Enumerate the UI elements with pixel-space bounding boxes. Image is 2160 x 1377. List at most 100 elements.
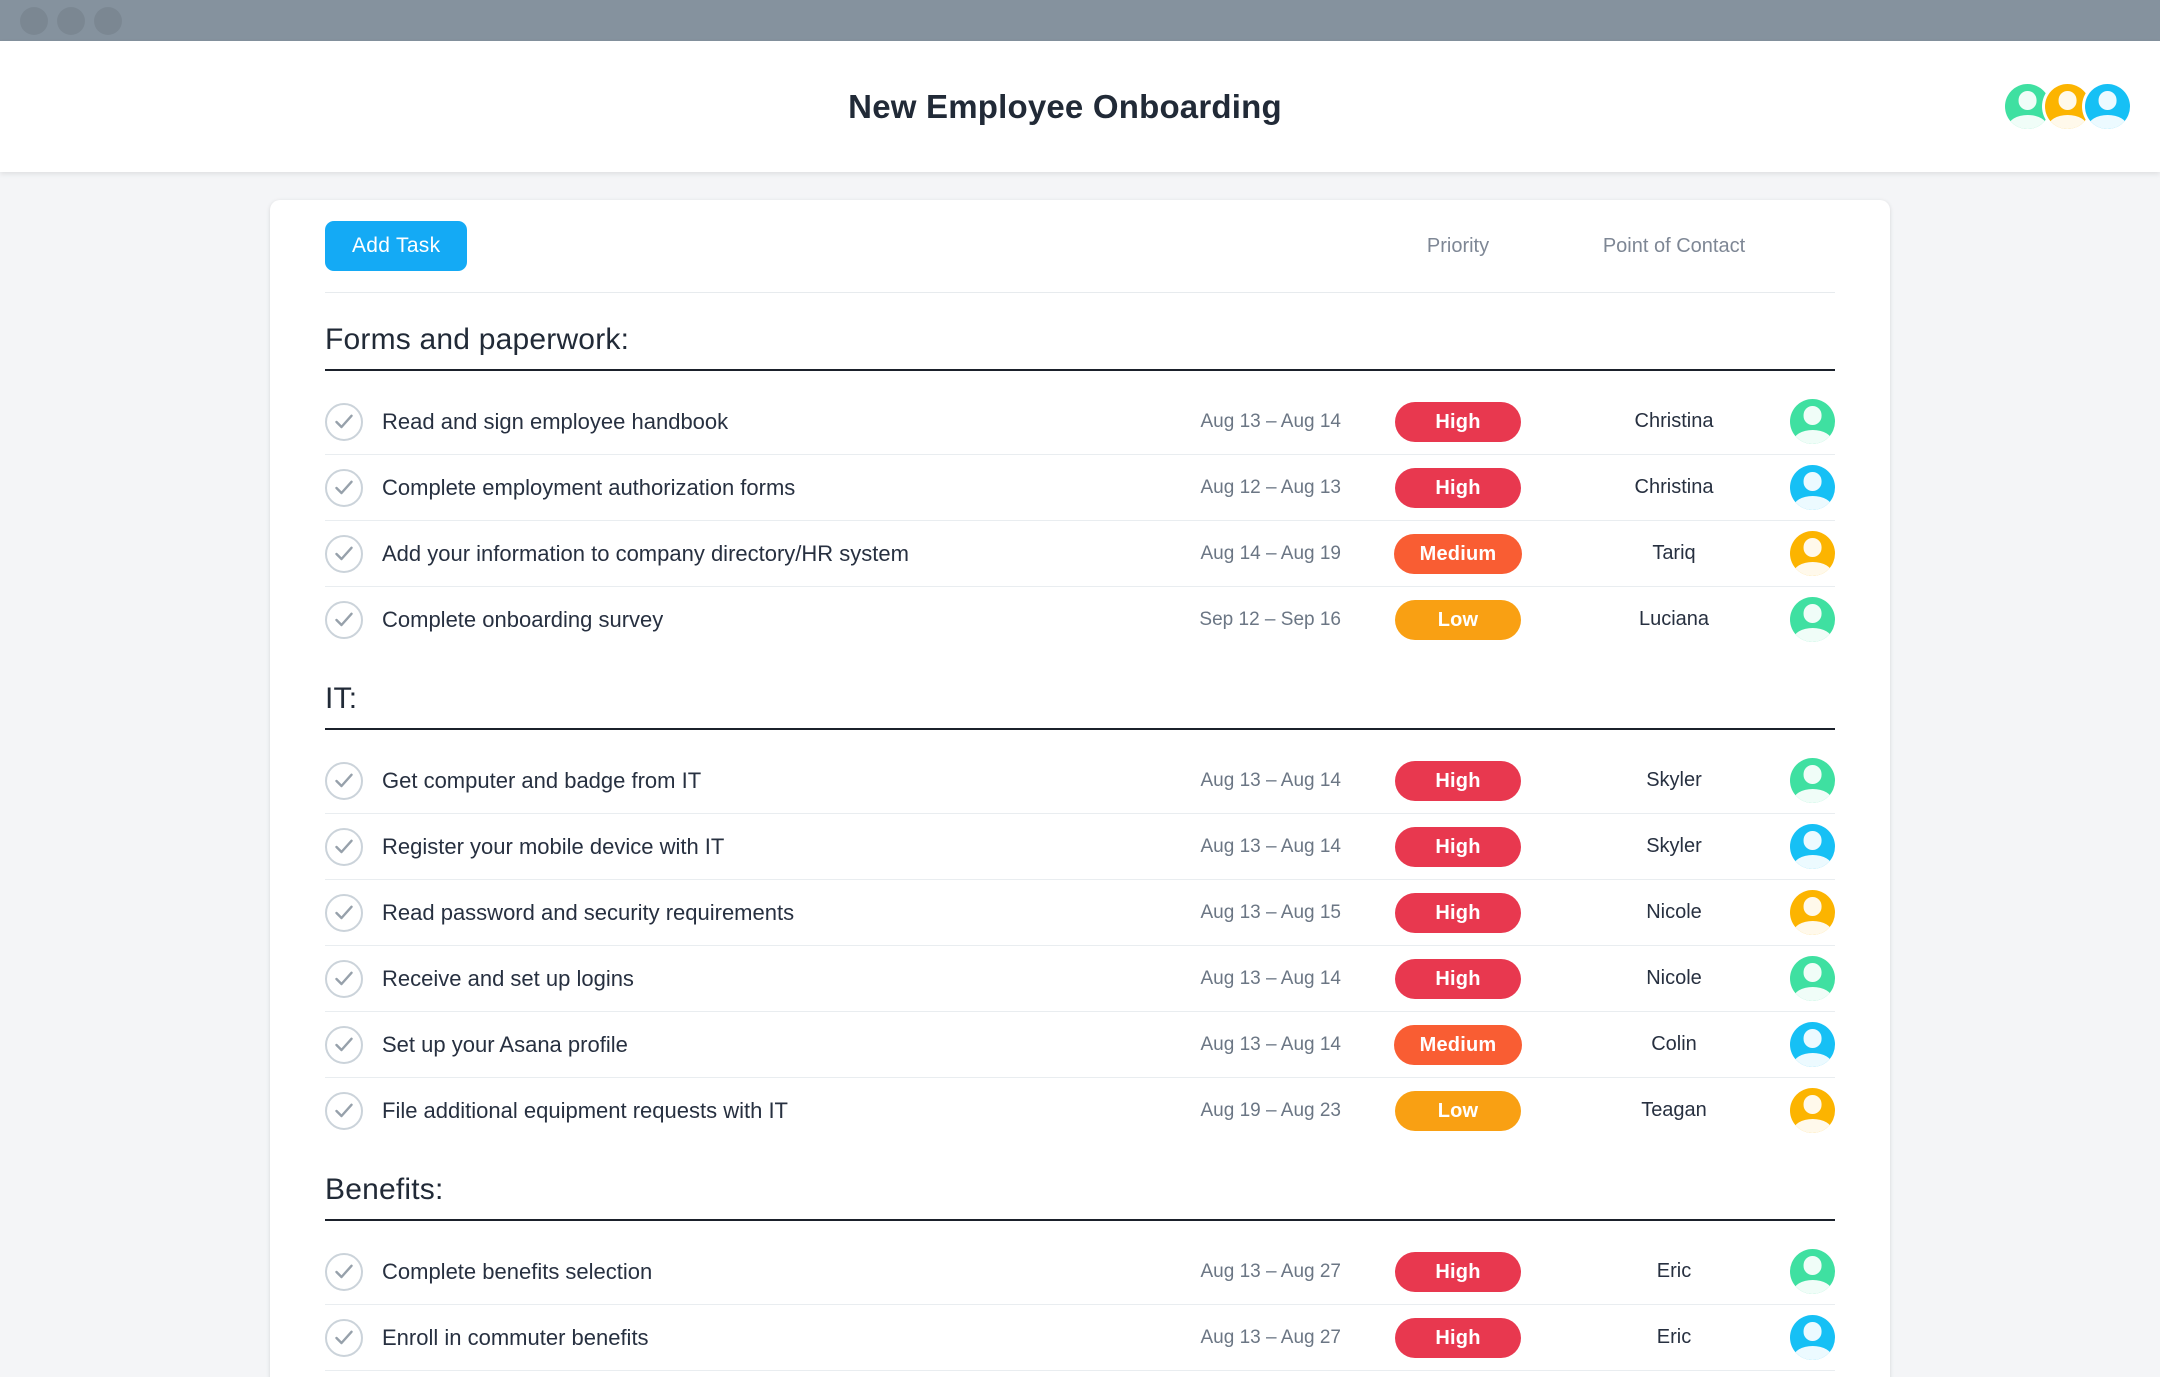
- task-row[interactable]: Read and sign employee handbook Aug 13 –…: [325, 389, 1835, 454]
- contact-name[interactable]: Luciana: [1575, 608, 1773, 631]
- task-row[interactable]: Read password and security requirements …: [325, 879, 1835, 945]
- task-row[interactable]: Enroll in commuter benefits Aug 13 – Aug…: [325, 1304, 1835, 1370]
- task-row[interactable]: Complete benefits selection Aug 13 – Aug…: [325, 1239, 1835, 1304]
- contact-avatar[interactable]: [1790, 824, 1835, 869]
- contact-name[interactable]: Skyler: [1575, 769, 1773, 792]
- contact-name[interactable]: Colin: [1575, 1033, 1773, 1056]
- contact-avatar[interactable]: [1790, 1088, 1835, 1133]
- task-title[interactable]: Add your information to company director…: [382, 541, 909, 567]
- task-complete-checkbox[interactable]: [325, 762, 363, 800]
- priority-badge[interactable]: Medium: [1394, 1025, 1523, 1065]
- task-title[interactable]: Complete onboarding survey: [382, 607, 663, 633]
- task-row[interactable]: Add your information to company director…: [325, 520, 1835, 586]
- contact-name[interactable]: Christina: [1575, 410, 1773, 433]
- add-task-button[interactable]: Add Task: [325, 221, 467, 271]
- priority-cell: High: [1341, 468, 1575, 508]
- contact-name[interactable]: Skyler: [1575, 835, 1773, 858]
- avatar-cell: [1773, 956, 1835, 1001]
- avatar-cell: [1773, 1022, 1835, 1067]
- task-cell: Set up your Asana profile: [325, 1026, 1091, 1064]
- contact-avatar[interactable]: [1790, 1022, 1835, 1067]
- task-dates: Aug 13 – Aug 14: [1091, 836, 1341, 858]
- contact-name[interactable]: Eric: [1575, 1260, 1773, 1283]
- contact-avatar[interactable]: [1790, 399, 1835, 444]
- task-title[interactable]: Read and sign employee handbook: [382, 409, 728, 435]
- task-complete-checkbox[interactable]: [325, 535, 363, 573]
- task-title[interactable]: Read password and security requirements: [382, 900, 794, 926]
- task-row[interactable]: [325, 1370, 1835, 1377]
- task-complete-checkbox[interactable]: [325, 1092, 363, 1130]
- member-avatar[interactable]: [2005, 84, 2050, 129]
- contact-avatar[interactable]: [1790, 531, 1835, 576]
- task-row[interactable]: File additional equipment requests with …: [325, 1077, 1835, 1143]
- task-complete-checkbox[interactable]: [325, 403, 363, 441]
- priority-badge[interactable]: High: [1395, 761, 1521, 801]
- task-cell: Complete employment authorization forms: [325, 469, 1091, 507]
- priority-badge[interactable]: High: [1395, 959, 1521, 999]
- contact-avatar[interactable]: [1790, 1315, 1835, 1360]
- task-title[interactable]: Complete benefits selection: [382, 1259, 652, 1285]
- task-row[interactable]: Get computer and badge from IT Aug 13 – …: [325, 748, 1835, 813]
- section-rows: Get computer and badge from IT Aug 13 – …: [325, 730, 1835, 1143]
- contact-name[interactable]: Tariq: [1575, 542, 1773, 565]
- task-cell: Complete onboarding survey: [325, 601, 1091, 639]
- avatar-cell: [1773, 531, 1835, 576]
- contact-name[interactable]: Christina: [1575, 476, 1773, 499]
- task-title[interactable]: Complete employment authorization forms: [382, 475, 795, 501]
- task-row[interactable]: Register your mobile device with IT Aug …: [325, 813, 1835, 879]
- priority-badge[interactable]: High: [1395, 402, 1521, 442]
- task-complete-checkbox[interactable]: [325, 1319, 363, 1357]
- task-complete-checkbox[interactable]: [325, 828, 363, 866]
- member-avatar[interactable]: [2085, 84, 2130, 129]
- task-row[interactable]: Complete employment authorization forms …: [325, 454, 1835, 520]
- avatar-cell: [1773, 399, 1835, 444]
- task-complete-checkbox[interactable]: [325, 1253, 363, 1291]
- window-control-dot[interactable]: [20, 7, 48, 35]
- contact-avatar[interactable]: [1790, 1249, 1835, 1294]
- contact-name[interactable]: Teagan: [1575, 1099, 1773, 1122]
- priority-cell: Medium: [1341, 534, 1575, 574]
- contact-name[interactable]: Nicole: [1575, 901, 1773, 924]
- priority-badge[interactable]: High: [1395, 827, 1521, 867]
- task-complete-checkbox[interactable]: [325, 601, 363, 639]
- task-row[interactable]: Complete onboarding survey Sep 12 – Sep …: [325, 586, 1835, 652]
- task-title[interactable]: Receive and set up logins: [382, 966, 634, 992]
- window-control-dot[interactable]: [94, 7, 122, 35]
- priority-badge[interactable]: High: [1395, 1318, 1521, 1358]
- priority-badge[interactable]: High: [1395, 893, 1521, 933]
- task-complete-checkbox[interactable]: [325, 1026, 363, 1064]
- member-avatar[interactable]: [2045, 84, 2090, 129]
- section-heading: Forms and paperwork:: [325, 320, 1835, 371]
- task-complete-checkbox[interactable]: [325, 960, 363, 998]
- contact-avatar[interactable]: [1790, 597, 1835, 642]
- task-title[interactable]: Get computer and badge from IT: [382, 768, 701, 794]
- task-title[interactable]: Set up your Asana profile: [382, 1032, 628, 1058]
- priority-badge[interactable]: Low: [1395, 600, 1521, 640]
- contact-avatar[interactable]: [1790, 465, 1835, 510]
- task-complete-checkbox[interactable]: [325, 894, 363, 932]
- window-control-dot[interactable]: [57, 7, 85, 35]
- priority-badge[interactable]: Low: [1395, 1091, 1521, 1131]
- priority-badge[interactable]: Medium: [1394, 534, 1523, 574]
- task-title[interactable]: Enroll in commuter benefits: [382, 1325, 649, 1351]
- priority-badge[interactable]: High: [1395, 468, 1521, 508]
- contact-avatar[interactable]: [1790, 758, 1835, 803]
- task-row[interactable]: Set up your Asana profile Aug 13 – Aug 1…: [325, 1011, 1835, 1077]
- task-title[interactable]: File additional equipment requests with …: [382, 1098, 788, 1124]
- section-rows: Complete benefits selection Aug 13 – Aug…: [325, 1221, 1835, 1377]
- priority-badge[interactable]: High: [1395, 1252, 1521, 1292]
- task-complete-checkbox[interactable]: [325, 469, 363, 507]
- task-row[interactable]: Receive and set up logins Aug 13 – Aug 1…: [325, 945, 1835, 1011]
- priority-cell: High: [1341, 1252, 1575, 1292]
- contact-avatar[interactable]: [1790, 890, 1835, 935]
- check-icon: [335, 1037, 353, 1052]
- contact-avatar[interactable]: [1790, 956, 1835, 1001]
- contact-name[interactable]: Eric: [1575, 1326, 1773, 1349]
- task-dates: Aug 12 – Aug 13: [1091, 477, 1341, 499]
- app-window: New Employee Onboarding Add Task Priorit…: [0, 0, 2160, 1377]
- contact-name[interactable]: Nicole: [1575, 967, 1773, 990]
- priority-cell: High: [1341, 827, 1575, 867]
- task-title[interactable]: Register your mobile device with IT: [382, 834, 724, 860]
- section-heading: Benefits:: [325, 1170, 1835, 1221]
- avatar-cell: [1773, 597, 1835, 642]
